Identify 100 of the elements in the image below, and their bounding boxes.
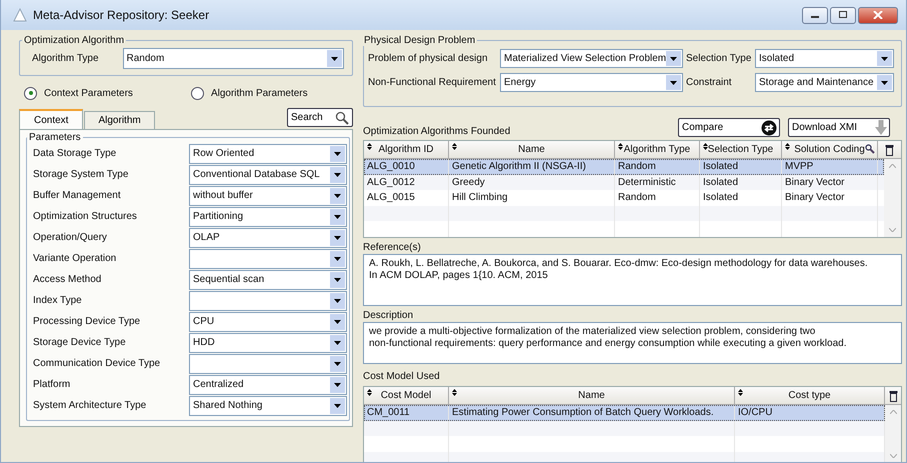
- text-area[interactable]: we provide a multi-objective formalization of the materialized view selection problem, considering two non-functional requirements: query performance and energy consumption while executing a given workload.: [363, 322, 902, 364]
- field-label: Algorithm Type: [32, 53, 99, 64]
- table-cell: ALG_0012: [364, 174, 449, 190]
- column-header[interactable]: Selection Type: [700, 141, 782, 158]
- sort-icon: [452, 389, 457, 396]
- caret-icon: [334, 320, 341, 324]
- field-label: Problem of physical design: [368, 53, 489, 64]
- sort-icon: [738, 389, 743, 396]
- dropdown[interactable]: [189, 354, 347, 374]
- close-button[interactable]: [858, 6, 898, 24]
- dropdown[interactable]: Conventional Database SQL: [189, 164, 347, 184]
- sort-icon: [452, 143, 457, 150]
- table-cell: Greedy: [449, 174, 615, 190]
- dropdown[interactable]: [189, 290, 347, 310]
- group-title: Parameters: [28, 132, 82, 143]
- column-header[interactable]: Algorithm ID: [364, 141, 449, 158]
- field-label: Platform: [33, 379, 72, 390]
- table-row[interactable]: ALG_0010 Genetic Algorithm II (NSGA-II) Random Isolated MVPP: [364, 159, 884, 174]
- search-button[interactable]: Search: [287, 108, 353, 127]
- radio-label: Algorithm Parameters: [210, 88, 308, 98]
- field-label: Variante Operation: [33, 253, 118, 264]
- table-row[interactable]: ALG_0012 Greedy Deterministic Isolated Binary Vector: [364, 174, 884, 190]
- column-header[interactable]: Algorithm Type: [615, 141, 700, 158]
- dropdown[interactable]: [189, 248, 347, 268]
- dropdown[interactable]: Centralized: [189, 374, 347, 394]
- field-label: Index Type: [33, 295, 83, 306]
- column-header[interactable]: Name: [449, 387, 735, 404]
- dropdown[interactable]: Energy: [500, 73, 683, 92]
- trash-icon[interactable]: [888, 390, 898, 402]
- dropdown[interactable]: Isolated: [755, 49, 894, 68]
- caret-icon: [334, 404, 341, 408]
- scroll-up-icon[interactable]: [889, 164, 896, 168]
- field-label: Buffer Management: [33, 190, 122, 201]
- maximize-icon: [838, 11, 848, 19]
- swap-arrows-icon: [761, 120, 777, 136]
- field-label: Storage Device Type: [33, 337, 127, 348]
- caret-icon: [881, 56, 888, 60]
- field-label: Constraint: [686, 77, 733, 88]
- sort-icon: [367, 143, 372, 150]
- window-title: Meta-Advisor Repository: Seeker: [33, 8, 210, 22]
- radio-button[interactable]: [24, 86, 37, 100]
- column-header[interactable]: Name: [449, 141, 615, 158]
- dropdown[interactable]: Row Oriented: [189, 144, 347, 164]
- section-title: Cost Model Used: [363, 371, 441, 383]
- scroll-down-icon[interactable]: [889, 228, 896, 232]
- dropdown[interactable]: OLAP: [189, 228, 347, 248]
- minimize-button[interactable]: [802, 6, 828, 24]
- caret-icon: [670, 80, 677, 84]
- table-row[interactable]: CM_0011 Estimating Power Consumption of Batch Query Workloads. IO/CPU: [364, 405, 885, 420]
- dropdown[interactable]: Materialized View Selection Problem: [500, 49, 683, 68]
- caret-icon: [331, 56, 338, 60]
- radio-label: Context Parameters: [44, 88, 133, 98]
- close-icon: [873, 11, 883, 19]
- dropdown[interactable]: CPU: [189, 312, 347, 332]
- column-header[interactable]: Cost type: [735, 387, 885, 404]
- scroll-down-icon[interactable]: [890, 454, 896, 458]
- column-header[interactable]: Solution Coding: [782, 141, 878, 158]
- column-header[interactable]: Cost Model: [364, 387, 449, 404]
- caret-icon: [334, 362, 341, 366]
- field-label: Storage System Type: [33, 169, 130, 180]
- scroll-up-icon[interactable]: [890, 410, 896, 414]
- caret-icon: [334, 214, 341, 218]
- table-cell: Deterministic: [615, 174, 700, 190]
- field-label: Data Storage Type: [33, 148, 118, 159]
- dropdown[interactable]: Random: [122, 48, 344, 69]
- radio-button[interactable]: [190, 86, 204, 100]
- tab[interactable]: Context: [19, 109, 84, 129]
- scrollbar[interactable]: [885, 405, 901, 462]
- dropdown[interactable]: Shared Nothing: [189, 396, 347, 416]
- scrollbar[interactable]: [884, 159, 901, 237]
- action-button[interactable]: Compare: [678, 118, 780, 137]
- caret-icon: [334, 340, 341, 344]
- field-label: Selection Type: [686, 53, 752, 64]
- search-icon: [865, 144, 875, 154]
- sort-icon: [703, 143, 708, 150]
- section-title: Description: [363, 310, 414, 322]
- dropdown[interactable]: Storage and Maintenance: [755, 73, 894, 92]
- group-title: Optimization Algorithm: [23, 35, 126, 46]
- table-cell: Binary Vector: [782, 174, 878, 190]
- dropdown[interactable]: Partitioning: [189, 206, 347, 226]
- field-label: Optimization Structures: [33, 211, 138, 222]
- action-button[interactable]: Download XMI: [788, 118, 890, 137]
- field-label: Access Method: [33, 274, 102, 285]
- caret-icon: [334, 194, 341, 198]
- section-title: Optimization Algorithms Founded: [363, 126, 510, 137]
- dropdown[interactable]: without buffer: [189, 186, 347, 206]
- text-area[interactable]: A. Roukh, L. Bellatreche, A. Boukorca, and S. Bouarar. Eco-dmw: Eco-design methodology for data warehouses. In ACM DOLAP, pages 1{10. ACM, 2015: [363, 254, 902, 306]
- trash-icon[interactable]: [885, 144, 894, 156]
- field-label: Communication Device Type: [33, 358, 162, 369]
- caret-icon: [334, 298, 341, 302]
- tab[interactable]: Algorithm: [84, 111, 155, 129]
- caret-icon: [334, 256, 341, 260]
- maximize-button[interactable]: [830, 6, 856, 24]
- download-arrow-icon: [875, 120, 887, 135]
- section-title: Reference(s): [363, 242, 422, 254]
- dropdown[interactable]: HDD: [189, 332, 347, 352]
- caret-icon: [334, 152, 341, 156]
- sort-icon: [785, 143, 790, 150]
- dropdown[interactable]: Sequential scan: [189, 270, 347, 290]
- caret-icon: [670, 56, 677, 60]
